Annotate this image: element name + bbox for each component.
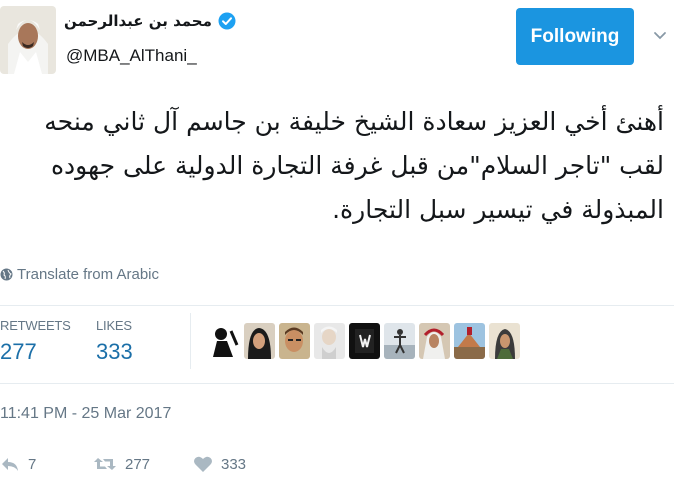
retweets-stat[interactable]: RETWEETS 277 <box>0 318 71 365</box>
translate-link[interactable]: Translate from Arabic <box>0 266 159 283</box>
tweet-timestamp[interactable]: 11:41 PM - 25 Mar 2017 <box>0 405 171 423</box>
reply-count: 7 <box>28 455 37 473</box>
divider <box>0 305 674 306</box>
liker-avatar[interactable] <box>279 323 310 359</box>
like-count: 333 <box>221 455 247 473</box>
globe-icon <box>0 268 13 281</box>
retweets-count: 277 <box>0 339 37 364</box>
author-avatar[interactable] <box>0 6 56 74</box>
liker-avatar[interactable] <box>209 323 240 359</box>
author-display-name[interactable]: محمد بن عبدالرحمن <box>64 12 212 30</box>
chevron-down-icon[interactable] <box>652 27 668 43</box>
liker-avatar[interactable] <box>314 323 345 359</box>
reply-icon <box>0 455 20 473</box>
retweet-button[interactable]: 277 <box>93 455 150 473</box>
tweet-header: محمد بن عبدالرحمن @MBA_AlThani_ Followin… <box>0 0 674 80</box>
like-button[interactable]: 333 <box>193 455 246 473</box>
liker-avatar[interactable] <box>384 323 415 359</box>
divider <box>0 383 674 384</box>
retweet-icon <box>93 455 117 473</box>
heart-icon <box>193 455 213 473</box>
liker-avatar[interactable] <box>244 323 275 359</box>
liker-avatar[interactable] <box>454 323 485 359</box>
reply-button[interactable]: 7 <box>0 455 36 473</box>
likes-count: 333 <box>96 339 133 364</box>
likes-label: LIKES <box>96 318 132 333</box>
translate-label: Translate from Arabic <box>17 266 159 283</box>
likes-stat[interactable]: LIKES 333 <box>96 318 133 365</box>
liker-avatar[interactable] <box>489 323 520 359</box>
retweet-count: 277 <box>125 455 151 473</box>
liker-avatar[interactable] <box>419 323 450 359</box>
retweets-label: RETWEETS <box>0 318 71 333</box>
following-button[interactable]: Following <box>516 8 634 65</box>
tweet-text: أهنئ أخي العزيز سعادة الشيخ خليفة بن جاس… <box>44 107 664 224</box>
author-name-row: محمد بن عبدالرحمن <box>64 12 236 30</box>
verified-badge-icon <box>218 12 236 30</box>
stats-separator <box>190 313 191 369</box>
liker-avatar[interactable] <box>349 323 380 359</box>
likers-avatars <box>209 323 520 359</box>
author-handle[interactable]: @MBA_AlThani_ <box>66 46 197 66</box>
